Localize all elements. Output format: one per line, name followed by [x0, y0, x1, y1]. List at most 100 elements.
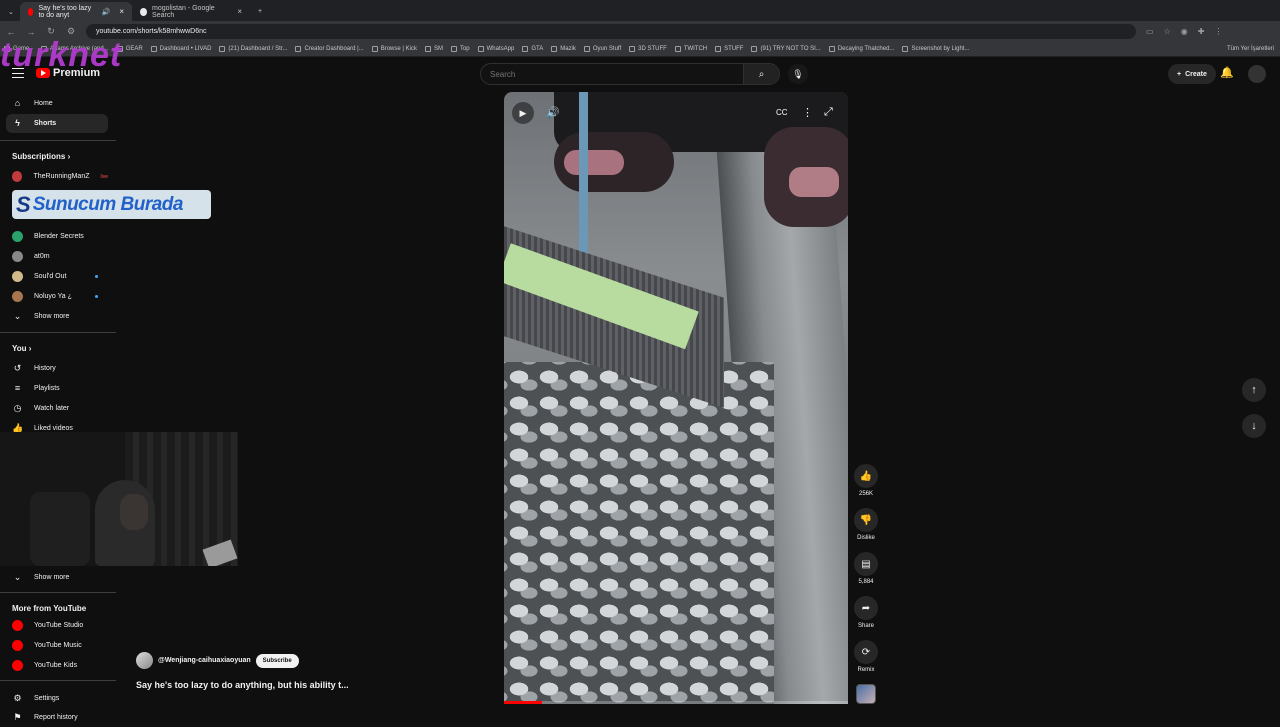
sidebar-item-shorts[interactable]: ϟ Shorts [6, 114, 108, 133]
bookmark-item[interactable]: (21) Dashboard / Str... [219, 46, 287, 52]
shorts-video-player[interactable]: ▶ 🔊 CC ⋮ ⤢ [504, 92, 848, 704]
previous-short-button[interactable]: ↑ [1242, 378, 1266, 402]
short-title[interactable]: Say he's too lazy to do anything, but hi… [136, 680, 366, 690]
captions-icon[interactable]: CC [776, 108, 788, 117]
search-box: ⌕ [480, 63, 780, 85]
sidebar-item-youtube-studio[interactable]: YouTube Studio [6, 616, 108, 635]
extension-icon[interactable]: ◉ [1181, 27, 1188, 36]
subscribe-button[interactable]: Subscribe [255, 653, 299, 668]
sidebar-item-playlists[interactable]: ≡ Playlists [6, 379, 108, 398]
bookmark-item[interactable]: Decaying Thatched... [828, 46, 895, 52]
sidebar-item-label: Settings [34, 695, 60, 702]
bookmark-item[interactable]: Mazik [551, 46, 576, 52]
channel-avatar[interactable] [136, 652, 153, 669]
channel-name[interactable]: @Wenjiang-caihuaxiaoyuan [158, 657, 251, 664]
volume-icon[interactable]: 🔊 [546, 106, 560, 119]
url-bar[interactable]: youtube.com/shorts/k58mhwwD6nc [86, 24, 1136, 39]
bookmark-item[interactable]: SM [424, 46, 443, 52]
sidebar-item-label: YouTube Studio [34, 622, 84, 629]
more-options-icon[interactable]: ⋮ [802, 106, 813, 119]
bookmark-label: STUFF [724, 46, 744, 52]
new-tab-button[interactable]: + [250, 2, 270, 21]
folder-icon [674, 46, 681, 52]
folder-icon [902, 46, 909, 52]
sidebar-item-youtube-music[interactable]: YouTube Music [6, 636, 108, 655]
browser-tab-strip: ⌄ Say he's too lazy to do anyt 🔊 × mogol… [0, 0, 1280, 21]
sidebar-item-youtube-kids[interactable]: YouTube Kids [6, 656, 108, 675]
sidebar-item-therunningmanz[interactable]: TheRunningManZ live [6, 167, 108, 186]
show-more-subscriptions[interactable]: ⌄ Show more [6, 307, 108, 326]
bookmark-label: WhatsApp [486, 46, 515, 52]
extensions-puzzle-icon[interactable]: ✚ [1198, 27, 1205, 36]
divider [0, 332, 116, 333]
bookmark-item[interactable]: TWITCH [674, 46, 708, 52]
next-short-button[interactable]: ↓ [1242, 414, 1266, 438]
youtube-premium-logo[interactable]: Premium [36, 67, 100, 79]
hamburger-menu-icon[interactable] [12, 68, 24, 78]
subscriptions-header[interactable]: Subscriptions › [12, 152, 70, 161]
account-avatar[interactable] [1248, 65, 1266, 83]
bookmark-item[interactable]: STUFF [715, 46, 743, 52]
sound-thumbnail[interactable] [856, 684, 876, 704]
share-button[interactable]: ➦ Share [852, 596, 880, 629]
remix-icon: ⟳ [854, 640, 878, 664]
create-button[interactable]: + Create [1168, 64, 1216, 84]
bookmark-item[interactable]: (91) TRY NOT TO SI... [751, 46, 821, 52]
divider [0, 680, 116, 681]
banner-text: Sunucum Burada [32, 193, 184, 215]
live-badge: live [100, 173, 108, 180]
back-icon[interactable]: ← [6, 27, 16, 37]
sidebar-item-label: YouTube Kids [34, 662, 78, 669]
cast-icon[interactable]: ▭ [1146, 27, 1154, 36]
bookmark-item[interactable]: Screenshot by Light... [902, 46, 969, 52]
bookmark-star-icon[interactable]: ☆ [1164, 27, 1171, 36]
notifications-bell-icon[interactable]: 🔔 [1220, 66, 1234, 79]
tab-google-search[interactable]: mogolistan - Google Search × [132, 2, 250, 21]
bookmark-item[interactable]: Creator Dashboard |... [295, 46, 364, 52]
bookmark-label: 3D STUFF [638, 46, 667, 52]
folder-icon [219, 46, 226, 52]
bookmark-item[interactable]: Browse | Kick [371, 46, 417, 52]
bookmark-item[interactable]: WhatsApp [477, 46, 515, 52]
close-tab-icon[interactable]: × [119, 7, 124, 16]
sidebar-item-watch-later[interactable]: ◷ Watch later [6, 399, 108, 418]
menu-dots-icon[interactable]: ⋮ [1214, 27, 1222, 36]
bookmark-item[interactable]: 3D STUFF [629, 46, 667, 52]
comments-button[interactable]: ▤ 5,884 [852, 552, 880, 585]
all-bookmarks[interactable]: Tüm Yer İşaretleri [1227, 46, 1274, 52]
channel-avatar [12, 271, 23, 282]
like-button[interactable]: 👍 256K [852, 464, 880, 497]
sidebar-item-settings[interactable]: ⚙ Settings [6, 689, 108, 708]
you-header[interactable]: You › [12, 344, 31, 353]
bookmark-item[interactable]: Oyun Stuff [583, 46, 621, 52]
section-title: You [12, 344, 27, 353]
search-button[interactable]: ⌕ [743, 64, 779, 84]
search-input[interactable] [481, 69, 743, 79]
video-progress-bar[interactable] [504, 701, 848, 704]
bookmark-item[interactable]: GTA [522, 46, 543, 52]
tab-youtube-short[interactable]: Say he's too lazy to do anyt 🔊 × [20, 2, 132, 21]
channel-avatar [12, 291, 23, 302]
sidebar-item-home[interactable]: ⌂ Home [6, 94, 108, 113]
sidebar-item-at0m[interactable]: at0m [6, 247, 108, 266]
sidebar-item-noluyo-ya[interactable]: Noluyo Ya ¿ [6, 287, 108, 306]
sidebar-item-label: Watch later [34, 405, 70, 412]
sidebar-item-blender-secrets[interactable]: Blender Secrets [6, 227, 108, 246]
bookmark-item[interactable]: Dashboard • LIVAD [150, 46, 211, 52]
voice-search-button[interactable]: 🎙 [788, 64, 808, 84]
tab-list-button[interactable]: ⌄ [0, 2, 20, 21]
bookmark-label: Decaying Thatched... [837, 46, 895, 52]
forward-icon[interactable]: → [26, 27, 36, 37]
sidebar-item-report-history[interactable]: ⚑ Report history [6, 708, 108, 727]
sidebar-item-history[interactable]: ↺ History [6, 359, 108, 378]
remix-button[interactable]: ⟳ Remix [852, 640, 880, 673]
new-content-dot [95, 295, 98, 298]
play-button[interactable]: ▶ [512, 102, 534, 124]
fullscreen-icon[interactable]: ⤢ [824, 106, 833, 119]
show-more-you[interactable]: ⌄ Show more [6, 568, 108, 587]
dislike-button[interactable]: 👎 Dislike [852, 508, 880, 541]
bookmark-label: TWITCH [683, 46, 708, 52]
sidebar-item-sould-out[interactable]: Soul'd Out [6, 267, 108, 286]
close-tab-icon[interactable]: × [237, 7, 242, 16]
bookmark-item[interactable]: Top [450, 46, 470, 52]
